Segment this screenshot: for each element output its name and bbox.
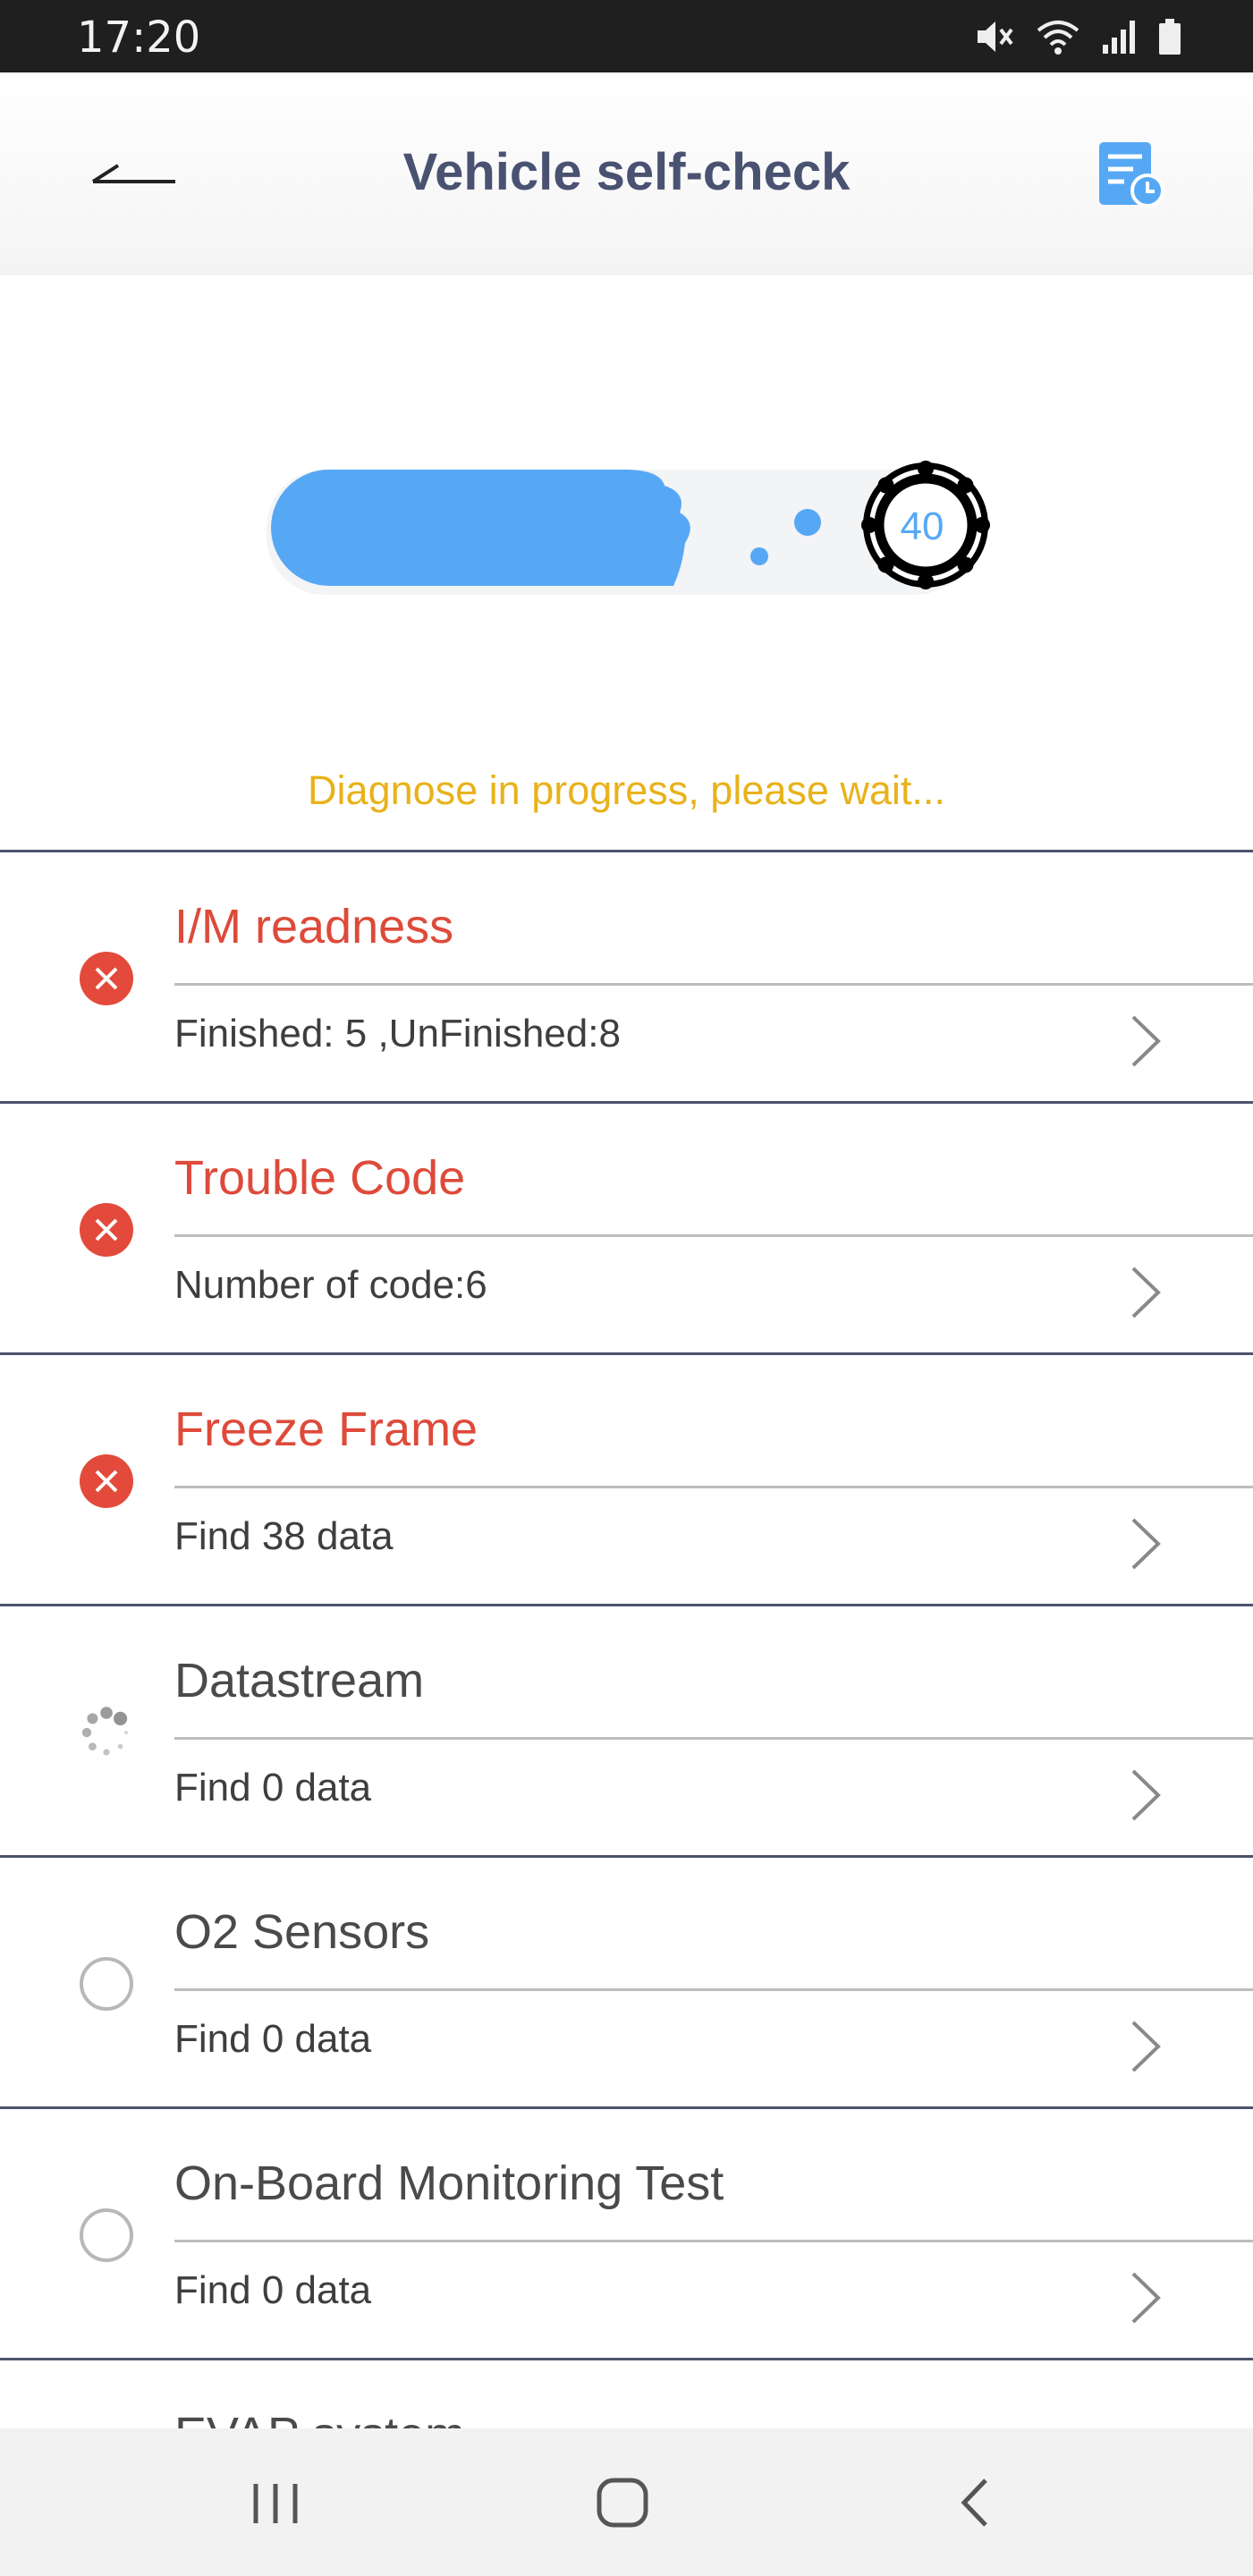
diagnose-progress: 40 (267, 461, 991, 595)
home-icon[interactable] (588, 2473, 660, 2532)
chevron-right-icon[interactable] (1128, 1514, 1164, 1573)
battery-icon (1159, 19, 1181, 55)
progress-dot-large (794, 509, 821, 536)
pending-circle-icon (80, 1957, 133, 2011)
item-title: Freeze Frame (174, 1402, 478, 1456)
progress-status-text: Diagnose in progress, please wait... (308, 767, 945, 813)
report-history-icon[interactable] (1094, 139, 1165, 210)
chevron-right-icon[interactable] (1128, 2017, 1164, 2076)
list-item[interactable]: On-Board Monitoring Test Find 0 data (0, 2109, 1253, 2360)
item-title: I/M readness (174, 900, 454, 953)
status-icons (974, 14, 1181, 59)
item-divider (174, 1234, 1253, 1237)
mute-icon (978, 21, 1013, 52)
loading-spinner-icon (81, 1707, 128, 1756)
item-subtitle: Find 0 data (174, 2017, 372, 2061)
list-item[interactable]: I/M readness Finished: 5 ,UnFinished:8 (0, 852, 1253, 1104)
progress-gear-icon: 40 (861, 461, 990, 589)
item-title: On-Board Monitoring Test (174, 2157, 724, 2210)
app-header: Vehicle self-check (0, 72, 1253, 275)
page-title: Vehicle self-check (402, 143, 851, 201)
chevron-right-icon[interactable] (1128, 1263, 1164, 1322)
chevron-right-icon[interactable] (1128, 1766, 1164, 1825)
status-bar: 17:20 (0, 0, 1253, 72)
progress-fill (271, 470, 690, 586)
item-divider (174, 2240, 1253, 2242)
item-title: EVAP system (174, 2407, 465, 2428)
check-list: I/M readness Finished: 5 ,UnFinished:8 Tro… (0, 850, 1253, 2428)
wifi-icon (1037, 21, 1079, 55)
error-icon (80, 952, 133, 1005)
progress-dot-small (750, 547, 768, 565)
list-item[interactable]: Datastream Find 0 data (0, 1606, 1253, 1858)
error-icon (80, 1203, 133, 1257)
item-subtitle: Find 38 data (174, 1514, 394, 1558)
signal-icon (1103, 21, 1135, 54)
chevron-right-icon[interactable] (1128, 1012, 1164, 1071)
item-subtitle: Find 0 data (174, 1766, 372, 1809)
item-title: Trouble Code (174, 1151, 466, 1205)
chevron-right-icon[interactable] (1128, 2268, 1164, 2327)
system-nav-bar (0, 2428, 1253, 2576)
list-item[interactable]: Trouble Code Number of code:6 (0, 1104, 1253, 1355)
list-item[interactable]: EVAP system (0, 2360, 1253, 2428)
item-divider (174, 1737, 1253, 1740)
item-divider (174, 983, 1253, 986)
nav-back-icon[interactable] (939, 2473, 1011, 2532)
list-item[interactable]: Freeze Frame Find 38 data (0, 1355, 1253, 1606)
item-divider (174, 1988, 1253, 1991)
status-time: 17:20 (77, 13, 201, 63)
recent-apps-icon[interactable] (240, 2473, 311, 2532)
item-title: O2 Sensors (174, 1905, 430, 1959)
item-subtitle: Finished: 5 ,UnFinished:8 (174, 1012, 621, 1055)
item-subtitle: Find 0 data (174, 2268, 372, 2312)
progress-value: 40 (901, 504, 944, 548)
item-subtitle: Number of code:6 (174, 1263, 487, 1307)
pending-circle-icon (80, 2208, 133, 2262)
item-title: Datastream (174, 1654, 425, 1707)
list-item[interactable]: O2 Sensors Find 0 data (0, 1858, 1253, 2109)
error-icon (80, 1454, 133, 1508)
item-divider (174, 1486, 1253, 1488)
